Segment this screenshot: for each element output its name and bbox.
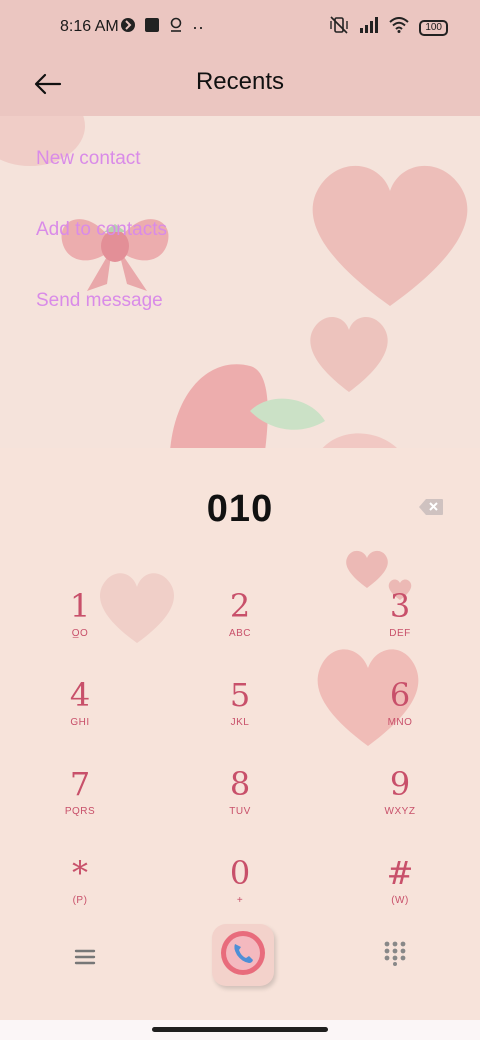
key-digit: 3 <box>389 587 411 625</box>
home-gesture-handle[interactable] <box>152 1027 328 1032</box>
navigation-bar <box>0 1020 480 1040</box>
add-to-contacts-option[interactable]: Add to contacts <box>36 219 167 241</box>
decorative-strawberry-icon <box>170 364 397 448</box>
key-digit: 4 <box>69 676 91 714</box>
decorative-bow-icon <box>61 219 169 291</box>
hamburger-menu-icon <box>70 949 100 976</box>
key-letters: GHI <box>70 717 90 728</box>
status-time: 8:16 AM <box>60 18 119 35</box>
decorative-heart-icon <box>346 550 388 588</box>
key-letters: (W) <box>391 895 409 906</box>
decorative-heart-icon <box>310 316 388 392</box>
key-digit: 5 <box>229 676 251 714</box>
more-dots-icon: ·· <box>192 17 204 37</box>
key-digit: 9 <box>389 765 411 803</box>
key-5[interactable]: 5 JKL <box>180 675 300 755</box>
key-digit: 6 <box>389 676 411 714</box>
backspace-button[interactable] <box>418 498 444 521</box>
key-letters: JKL <box>230 717 250 728</box>
key-digit: 2 <box>229 587 251 625</box>
key-digit: 0 <box>229 854 251 892</box>
battery-icon: 100 <box>419 19 448 36</box>
bottom-action-bar <box>0 920 480 1020</box>
status-icons-right: 100 <box>329 16 448 39</box>
menu-button[interactable] <box>70 942 100 972</box>
dialpad-grid-icon <box>382 941 408 970</box>
key-3[interactable]: 3 DEF <box>340 586 460 666</box>
wifi-icon <box>389 17 409 38</box>
key-1[interactable]: 1 O̲O <box>20 586 140 666</box>
decorative-heart-icon <box>312 165 468 306</box>
key-digit: 7 <box>69 765 91 803</box>
status-bar: 8:16 AM ·· 100 <box>0 0 480 56</box>
new-contact-option[interactable]: New contact <box>36 148 141 170</box>
key-9[interactable]: 9 WXYZ <box>340 764 460 844</box>
key-2[interactable]: 2 ABC <box>180 586 300 666</box>
key-letters: + <box>236 895 244 906</box>
key-digit: 1 <box>69 587 91 625</box>
assistant-icon <box>168 17 184 38</box>
key-digit: 8 <box>229 765 251 803</box>
key-digit: * <box>72 854 88 892</box>
mute-vibrate-icon <box>329 16 349 39</box>
call-button[interactable] <box>212 924 274 986</box>
options-area: New contact Add to contacts Send message <box>0 116 480 448</box>
backspace-icon <box>418 499 444 520</box>
key-letters: TUV <box>229 806 251 817</box>
key-digit: # <box>386 854 414 892</box>
key-7[interactable]: 7 PQRS <box>20 764 140 844</box>
key-letters: MNO <box>387 717 413 728</box>
cell-signal-icon <box>359 17 379 38</box>
app-bar: Recents <box>0 56 480 116</box>
key-letters: WXYZ <box>384 806 416 817</box>
send-message-option[interactable]: Send message <box>36 290 163 312</box>
page-title: Recents <box>195 68 285 95</box>
status-icons-left: ·· <box>120 17 204 38</box>
key-letters: PQRS <box>64 806 96 817</box>
dialed-number: 010 <box>206 488 274 530</box>
key-8[interactable]: 8 TUV <box>180 764 300 844</box>
dialpad-toggle-button[interactable] <box>382 940 408 966</box>
vpn-shield-icon <box>120 17 136 38</box>
key-letters: (P) <box>72 895 88 906</box>
key-letters: ABC <box>228 628 252 639</box>
key-letters: DEF <box>389 628 411 639</box>
key-4[interactable]: 4 GHI <box>20 675 140 755</box>
app-square-icon <box>144 17 160 38</box>
key-6[interactable]: 6 MNO <box>340 675 460 755</box>
key-letters: O̲O <box>71 628 89 639</box>
phone-icon <box>218 928 268 983</box>
